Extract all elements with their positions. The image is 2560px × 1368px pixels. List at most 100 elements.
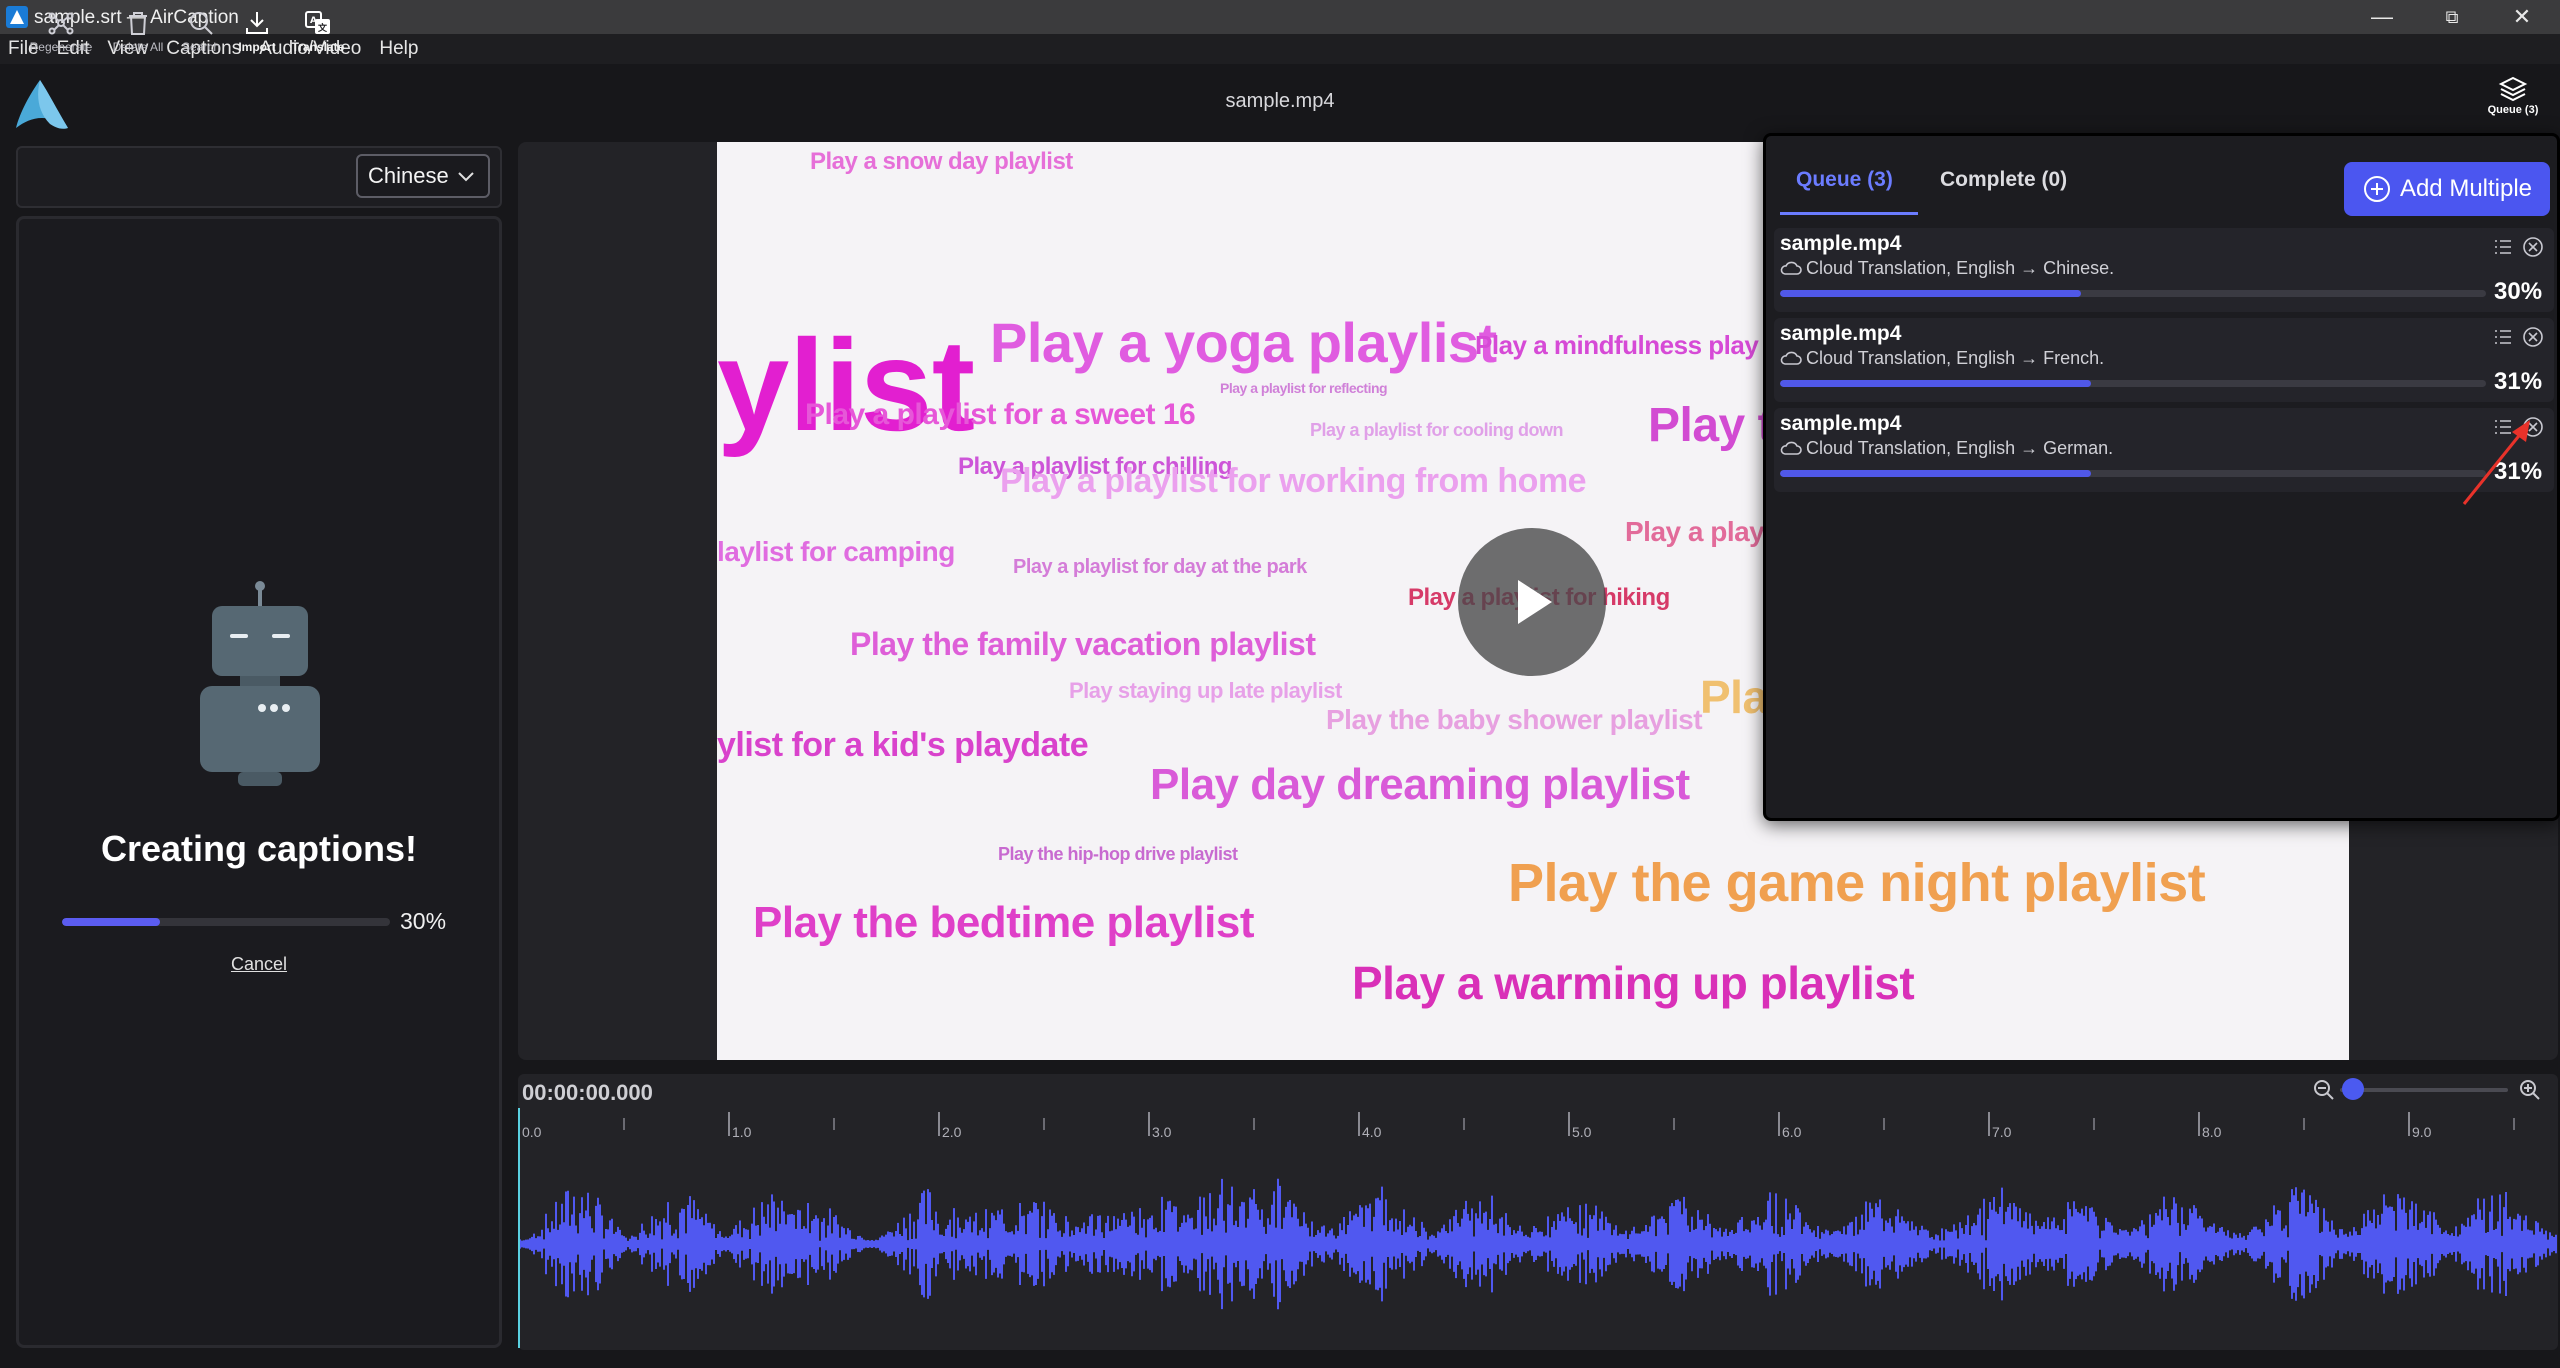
ruler-label: 8.0	[2202, 1124, 2222, 1140]
menu-help[interactable]: Help	[379, 38, 418, 60]
ruler-tick	[1988, 1112, 1990, 1136]
ruler-minor-tick	[1673, 1118, 1675, 1130]
tab-queue[interactable]: Queue (3)	[1796, 168, 1893, 192]
ruler-label: 6.0	[1782, 1124, 1802, 1140]
video-text-1: ylist	[717, 312, 975, 458]
creating-captions-status: Creating captions!	[100, 828, 418, 869]
caption-progress-fill	[62, 918, 161, 926]
close-button[interactable]: ✕	[2490, 0, 2554, 34]
ruler-tick	[938, 1112, 940, 1136]
chevron-down-icon	[458, 172, 474, 182]
video-text-19: Play the game night playlist	[1508, 853, 2206, 913]
ruler-minor-tick	[1463, 1118, 1465, 1130]
translate-icon: A 文	[305, 11, 330, 34]
ruler-tick	[1778, 1112, 1780, 1136]
video-text-7: Play t	[1648, 399, 1774, 452]
queue-item-name: sample.mp4	[1780, 322, 1902, 345]
import-icon	[246, 12, 268, 34]
remove-circle-icon[interactable]	[2522, 236, 2544, 258]
video-text-6: Play a playlist for working from home	[1000, 462, 1587, 500]
details-list-icon[interactable]	[2492, 236, 2514, 258]
remove-circle-icon[interactable]	[2522, 326, 2544, 348]
queue-item-progress-fill	[1780, 380, 2091, 387]
video-text-0: Play a snow day playlist	[810, 148, 1073, 175]
video-text-4: Play a playlist for a sweet 16	[805, 398, 1196, 431]
minimize-button[interactable]: —	[2350, 0, 2414, 34]
ruler-tick	[1358, 1112, 1360, 1136]
queue-item-description: Cloud Translation, English → Chinese.	[1806, 258, 2115, 278]
video-text-10: Play a play	[1625, 516, 1765, 547]
zoom-in-icon[interactable]	[2518, 1078, 2542, 1102]
delete-all-label: Delete All	[112, 40, 164, 54]
trash-icon	[129, 12, 147, 35]
title-bar: sample.srt — AirCaption — ⧉ ✕	[0, 0, 2560, 34]
queue-item-progress-bar	[1780, 290, 2486, 297]
ruler-label: 9.0	[2412, 1124, 2432, 1140]
queue-item-description: Cloud Translation, English → German.	[1806, 438, 2114, 458]
ruler-tick	[728, 1112, 730, 1136]
play-button[interactable]	[1458, 528, 1606, 676]
cloud-icon	[1780, 351, 1802, 365]
tab-complete[interactable]: Complete (0)	[1940, 168, 2067, 192]
zoom-slider-track[interactable]	[2340, 1088, 2508, 1092]
queue-item-description: Cloud Translation, English → French.	[1806, 348, 2105, 368]
delete-all-button[interactable]: Delete All	[103, 8, 173, 54]
cancel-link[interactable]: Cancel	[16, 954, 502, 975]
ruler-minor-tick	[833, 1118, 835, 1130]
ruler-tick	[1568, 1112, 1570, 1136]
timecode: 00:00:00.000	[522, 1080, 653, 1105]
queue-button-label: Queue (3)	[2487, 104, 2539, 116]
robot-illustration-icon	[200, 581, 320, 786]
ruler-label: 1.0	[732, 1124, 752, 1140]
svg-text:A: A	[310, 16, 317, 26]
ruler-minor-tick	[623, 1118, 625, 1130]
ruler-minor-tick	[1043, 1118, 1045, 1130]
ruler-minor-tick	[2513, 1118, 2515, 1130]
waveform-path	[518, 1178, 2557, 1310]
ruler-minor-tick	[2093, 1118, 2095, 1130]
queue-item-name: sample.mp4	[1780, 412, 1902, 435]
ruler-label: 7.0	[1992, 1124, 2012, 1140]
ruler-minor-tick	[1253, 1118, 1255, 1130]
video-text-13: Play staying up late playlist	[1069, 678, 1342, 703]
regenerate-icon	[48, 12, 74, 35]
queue-item-percent: 31%	[2494, 368, 2543, 395]
language-select-value: Chinese	[368, 163, 449, 188]
video-text-15: ylist for a kid's playdate	[717, 726, 1089, 764]
play-icon	[1518, 580, 1552, 624]
video-text-18: Play the bedtime playlist	[753, 898, 1255, 947]
annotation-arrow-icon	[2462, 420, 2530, 505]
ruler-label: 0.0	[522, 1124, 542, 1140]
language-select[interactable]: Chinese	[356, 154, 490, 198]
add-multiple-button[interactable]: Add Multiple	[2344, 162, 2550, 216]
maximize-button[interactable]: ⧉	[2420, 0, 2484, 34]
ruler-minor-tick	[1883, 1118, 1885, 1130]
video-text-3: Play a mindfulness play	[1475, 330, 1759, 360]
video-text-21: Pla	[1700, 671, 1768, 723]
regenerate-label: Regenerate	[29, 40, 93, 54]
queue-item-progress-bar	[1780, 470, 2486, 477]
caption-progress-percent: 30%	[400, 908, 447, 934]
caption-progress-bar	[62, 918, 390, 926]
playhead[interactable]	[518, 1108, 520, 1348]
video-text-2: Play a yoga playlist	[990, 311, 1497, 374]
ruler-label: 2.0	[942, 1124, 962, 1140]
ruler-tick	[1148, 1112, 1150, 1136]
details-list-icon[interactable]	[2492, 326, 2514, 348]
zoom-out-icon[interactable]	[2312, 1078, 2336, 1102]
tab-queue-underline	[1780, 212, 1918, 215]
import-button[interactable]: Import	[222, 8, 292, 54]
video-text-23: Play a playlist for cooling down	[1310, 420, 1564, 440]
ruler-label: 4.0	[1362, 1124, 1382, 1140]
regenerate-button[interactable]: Regenerate	[26, 8, 96, 54]
video-filename: sample.mp4	[1225, 90, 1335, 112]
queue-item-percent: 30%	[2494, 278, 2543, 305]
audio-waveform[interactable]	[518, 1160, 2558, 1340]
ruler-label: 5.0	[1572, 1124, 1592, 1140]
queue-item-progress-fill	[1780, 470, 2091, 477]
video-text-20: Play a warming up playlist	[1352, 957, 1915, 1009]
video-text-8: laylist for camping	[717, 536, 955, 567]
queue-button[interactable]: Queue (3)	[2474, 74, 2552, 130]
video-text-12: Play the family vacation playlist	[850, 626, 1316, 662]
translate-button[interactable]: A 文 Translate	[283, 8, 353, 54]
